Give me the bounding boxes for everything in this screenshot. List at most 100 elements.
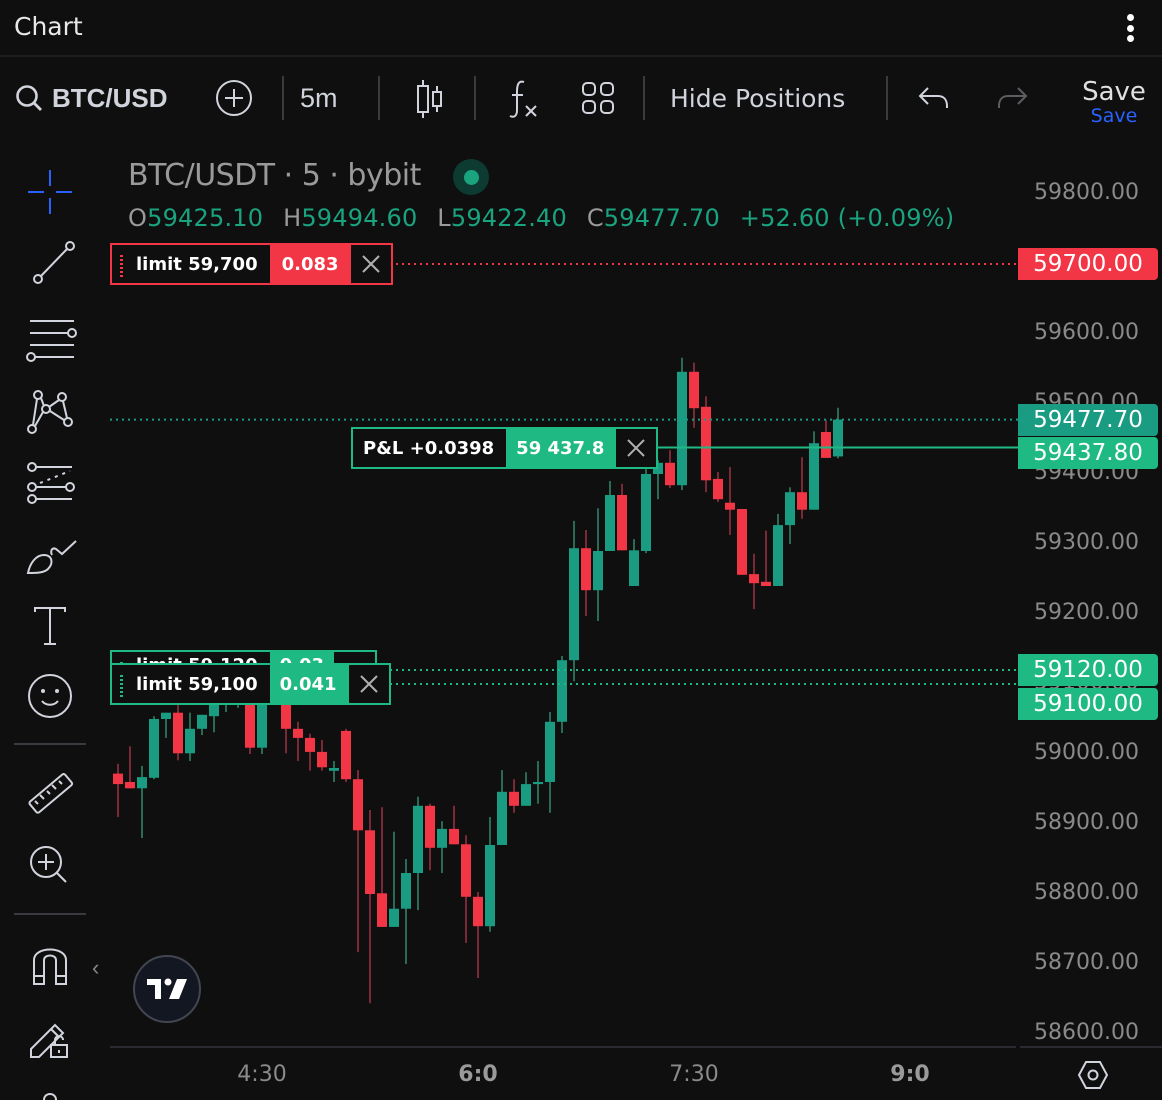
candle-body — [341, 730, 351, 780]
candle-body — [689, 371, 699, 409]
candle-body — [629, 550, 639, 586]
position-price[interactable]: 59 437.8 — [506, 429, 615, 467]
candle — [833, 407, 843, 459]
candle — [161, 712, 171, 738]
candle — [545, 712, 555, 813]
order-quantity[interactable]: 0.041 — [269, 665, 347, 703]
candle-body — [569, 548, 579, 661]
candle — [641, 469, 651, 554]
candle-body — [485, 845, 495, 927]
candle-body — [533, 782, 543, 785]
candle-body — [365, 830, 375, 894]
cancel-order-button[interactable] — [348, 245, 391, 283]
ohlc-legend: O59425.10 H59494.60 L59422.40 C59477.70 … — [128, 204, 966, 232]
order-label-area[interactable]: limit 59,700 — [112, 245, 270, 283]
candle — [617, 483, 627, 551]
drag-handle-icon[interactable] — [120, 255, 123, 277]
cancel-order-button[interactable] — [346, 665, 389, 703]
candle-body — [725, 502, 735, 510]
candle — [329, 761, 339, 782]
candle-body — [497, 791, 507, 845]
price-tick-label: 59200.00 — [1034, 600, 1139, 625]
tradingview-logo[interactable] — [133, 955, 201, 1023]
price-tick-label: 59000.00 — [1034, 740, 1139, 765]
candle-body — [593, 551, 603, 591]
candle-body — [173, 712, 183, 754]
candle-body — [605, 495, 615, 551]
open-label: O — [128, 204, 148, 232]
candle-body — [617, 495, 627, 551]
candle — [125, 746, 135, 789]
close-position-button[interactable] — [614, 429, 657, 467]
position-line[interactable]: P&L +0.0398 59 437.8 — [351, 427, 659, 469]
candle — [605, 481, 615, 551]
candle-body — [305, 737, 315, 752]
chart-settings-button[interactable] — [1076, 1058, 1110, 1092]
limit-buy-price-label: 59100.00 — [1018, 688, 1158, 720]
candle-body — [113, 773, 123, 785]
candle-body — [149, 719, 159, 778]
candle-body — [161, 712, 171, 719]
candle — [353, 770, 363, 953]
candle — [449, 805, 459, 845]
order-lines — [110, 263, 1018, 685]
candle — [725, 467, 735, 535]
candle — [185, 712, 195, 761]
close-label: C — [586, 204, 604, 232]
candle-body — [413, 805, 423, 873]
candle-body — [329, 768, 339, 771]
last-price-label: 59477.70 — [1018, 404, 1158, 436]
high-label: H — [283, 204, 302, 232]
candle — [773, 513, 783, 586]
candle-body — [737, 509, 747, 575]
candle — [317, 740, 327, 771]
limit-buy-order-59100[interactable]: limit 59,100 0.041 — [110, 663, 391, 705]
candle-body — [713, 478, 723, 500]
candle — [305, 733, 315, 771]
candle-body — [785, 492, 795, 526]
candle-body — [665, 462, 675, 486]
candle-body — [293, 728, 303, 738]
candle-body — [833, 419, 843, 457]
order-label-area[interactable]: limit 59,100 — [112, 665, 270, 703]
legend-symbol-title[interactable]: BTC/USDT · 5 · bybit — [128, 158, 421, 193]
candle — [521, 772, 531, 806]
limit-sell-price-label: 59700.00 — [1018, 248, 1158, 280]
market-status-indicator[interactable] — [453, 159, 489, 195]
price-tick-label: 58600.00 — [1034, 1020, 1139, 1045]
open-value: 59425.10 — [147, 204, 264, 232]
change-value: +52.60 (+0.09%) — [739, 204, 955, 232]
candle-body — [401, 873, 411, 909]
candle-body — [809, 443, 819, 510]
candle — [137, 765, 147, 838]
candle — [581, 530, 591, 617]
candle-body — [449, 828, 459, 845]
candle — [341, 728, 351, 782]
drag-handle-icon[interactable] — [120, 675, 123, 697]
limit-sell-order[interactable]: limit 59,700 0.083 — [110, 243, 393, 285]
position-price-label: 59437.80 — [1018, 437, 1158, 469]
candle — [809, 431, 819, 510]
candle-body — [677, 371, 687, 486]
candle-body — [425, 805, 435, 848]
limit-buy-price-label: 59120.00 — [1018, 654, 1158, 686]
close-icon — [361, 255, 380, 273]
candle-body — [257, 700, 267, 748]
candle — [497, 770, 507, 845]
price-tick-label: 59800.00 — [1034, 180, 1139, 205]
candle-body — [761, 581, 771, 586]
candle — [785, 487, 795, 544]
time-tick-label: 7:30 — [669, 1062, 719, 1087]
time-tick-label: 4:30 — [237, 1062, 287, 1087]
candle-body — [545, 721, 555, 782]
candle-body — [389, 908, 399, 927]
candle-body — [461, 844, 471, 897]
candle — [689, 362, 699, 428]
candle-body — [581, 548, 591, 591]
order-quantity[interactable]: 0.083 — [269, 245, 349, 283]
candle-body — [377, 893, 387, 927]
candle — [461, 835, 471, 943]
candle — [149, 716, 159, 780]
candle-body — [125, 782, 135, 789]
candle — [677, 357, 687, 491]
